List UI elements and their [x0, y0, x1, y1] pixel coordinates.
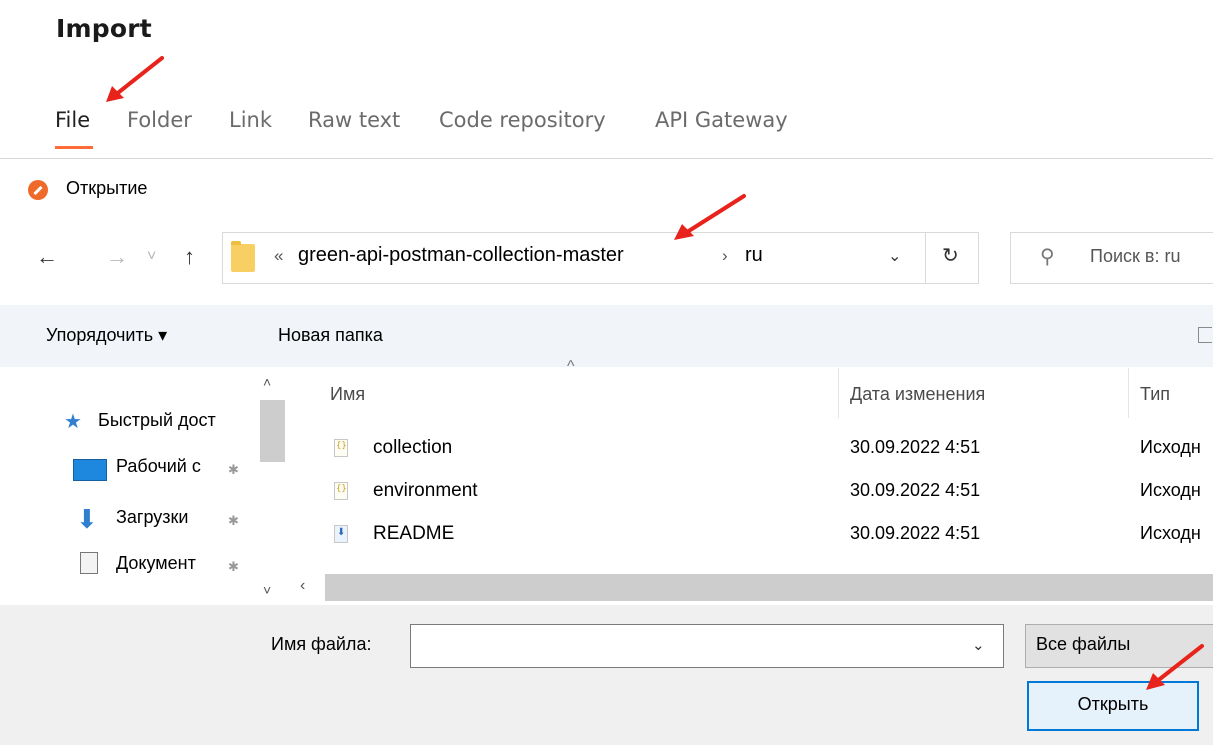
address-divider	[925, 232, 926, 284]
organize-button[interactable]: Упорядочить ▾	[46, 325, 167, 346]
back-arrow-icon[interactable]: ←	[36, 244, 58, 270]
recent-locations-chevron-icon[interactable]: ˅	[147, 248, 156, 266]
file-type: Исходн	[1140, 437, 1201, 457]
address-dropdown-icon[interactable]: ⌄	[888, 246, 901, 266]
tab-code-repository[interactable]: Code repository	[439, 108, 606, 132]
json-file-icon	[334, 482, 348, 500]
filename-label: Имя файла:	[271, 634, 372, 654]
view-options-icon[interactable]	[1198, 327, 1212, 343]
nav-item-downloads[interactable]: ⬇ Загрузки ✱	[0, 502, 258, 536]
sort-ascending-icon: ^	[567, 358, 575, 375]
nav-item-label: Быстрый дост	[98, 410, 216, 430]
nav-item-documents[interactable]: Документ ✱	[0, 548, 258, 582]
file-row[interactable]: README 30.09.2022 4:51 Исходн	[290, 518, 1213, 554]
tab-link[interactable]: Link	[229, 108, 272, 132]
postman-app-icon	[28, 180, 48, 200]
column-divider[interactable]	[1128, 368, 1129, 418]
file-row[interactable]: collection 30.09.2022 4:51 Исходн	[290, 432, 1213, 468]
forward-arrow-icon[interactable]: →	[106, 244, 128, 270]
column-divider[interactable]	[838, 368, 839, 418]
column-date[interactable]: Дата изменения	[850, 384, 985, 405]
nav-item-label: Документ	[116, 553, 196, 573]
search-placeholder: Поиск в: ru	[1090, 246, 1181, 266]
file-name: collection	[373, 437, 453, 458]
column-header-bar	[290, 367, 1213, 419]
column-type[interactable]: Тип	[1140, 384, 1170, 405]
file-type: Исходн	[1140, 523, 1201, 543]
pin-icon[interactable]: ✱	[228, 513, 239, 529]
file-date: 30.09.2022 4:51	[850, 480, 981, 500]
refresh-icon[interactable]: ↻	[942, 243, 959, 268]
tab-api-gateway[interactable]: API Gateway	[655, 108, 788, 132]
json-file-icon	[334, 439, 348, 457]
nav-item-desktop[interactable]: Рабочий с ✱	[0, 451, 258, 485]
open-button-label: Открыть	[1077, 694, 1149, 714]
filename-dropdown-icon[interactable]: ⌄	[972, 636, 985, 654]
address-overflow-icon[interactable]: «	[274, 246, 283, 266]
command-bar	[0, 305, 1213, 367]
dialog-border	[0, 158, 1213, 159]
download-icon: ⬇	[76, 504, 98, 534]
annotation-arrow-icon	[1146, 644, 1204, 690]
star-icon: ★	[64, 411, 82, 433]
up-arrow-icon[interactable]: ↑	[184, 244, 195, 270]
nav-pane-scroll-thumb[interactable]	[260, 400, 285, 462]
file-type-filter-label: Все файлы	[1036, 634, 1131, 654]
scroll-up-icon[interactable]: ˄	[263, 374, 271, 390]
desktop-icon	[73, 459, 107, 481]
column-name[interactable]: Имя	[330, 384, 365, 405]
filename-input[interactable]	[410, 624, 1004, 668]
file-name: README	[373, 523, 455, 544]
nav-item-label: Загрузки	[116, 507, 189, 527]
new-folder-button[interactable]: Новая папка	[278, 325, 383, 346]
breadcrumb-chevron-icon[interactable]: ›	[722, 246, 728, 266]
file-name: environment	[373, 480, 478, 501]
active-tab-indicator	[55, 146, 93, 149]
file-type: Исходн	[1140, 480, 1201, 500]
import-title: Import	[56, 14, 152, 43]
nav-item-label: Рабочий с	[116, 456, 201, 476]
pin-icon[interactable]: ✱	[228, 559, 239, 575]
horizontal-scroll-thumb[interactable]	[325, 574, 1213, 601]
search-icon: ⚲	[1040, 246, 1055, 268]
scroll-down-icon[interactable]: ˅	[263, 582, 271, 598]
dialog-title: Открытие	[66, 178, 148, 198]
breadcrumb-current[interactable]: ru	[745, 244, 763, 267]
file-row[interactable]: environment 30.09.2022 4:51 Исходн	[290, 475, 1213, 511]
document-icon	[80, 552, 98, 574]
pin-icon[interactable]: ✱	[228, 462, 239, 478]
annotation-arrow-icon	[106, 56, 164, 102]
scroll-left-icon[interactable]: ‹	[300, 577, 305, 595]
markdown-file-icon	[334, 525, 348, 543]
folder-icon	[231, 241, 255, 272]
tab-raw-text[interactable]: Raw text	[308, 108, 400, 132]
breadcrumb-folder[interactable]: green-api-postman-collection-master	[298, 244, 624, 267]
file-date: 30.09.2022 4:51	[850, 523, 981, 543]
file-date: 30.09.2022 4:51	[850, 437, 981, 457]
annotation-arrow-icon	[674, 194, 746, 240]
tab-folder[interactable]: Folder	[127, 108, 192, 132]
tab-file[interactable]: File	[55, 108, 90, 132]
nav-item-quick-access[interactable]: ★ Быстрый дост	[0, 405, 258, 439]
